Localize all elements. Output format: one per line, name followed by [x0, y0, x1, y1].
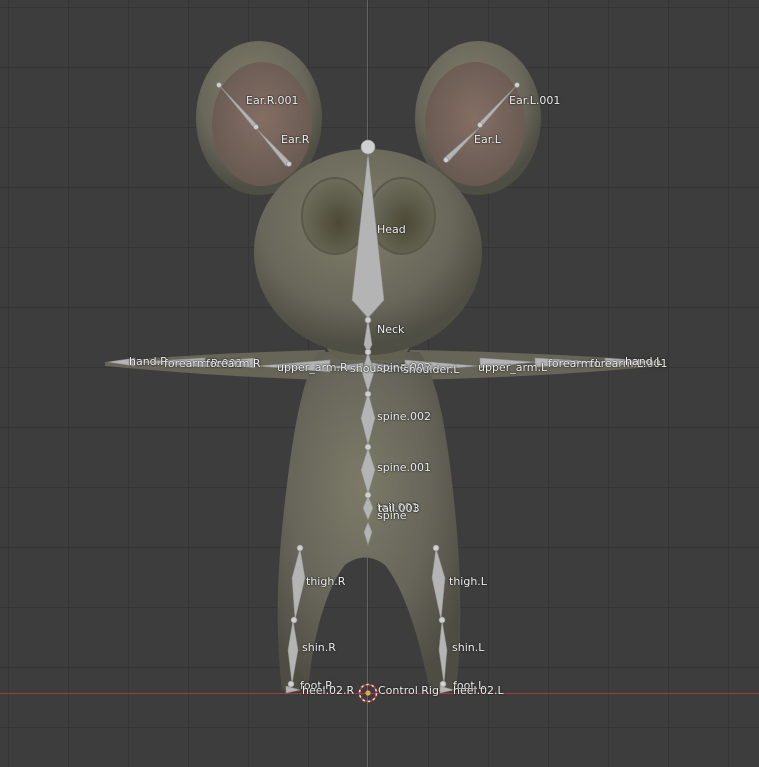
- head-tip-joint: [360, 139, 376, 155]
- joint: [364, 316, 372, 324]
- label-heel-02-l: heel.02.L: [453, 684, 504, 697]
- joint: [216, 82, 222, 88]
- label-forearm-r: forearm.R: [206, 357, 261, 370]
- label-upper-arm-r: upper_arm.R: [277, 361, 348, 374]
- label-hand-l: hand.L: [625, 355, 663, 368]
- right-ear-inner: [212, 62, 312, 186]
- joint: [253, 124, 259, 130]
- joint: [364, 390, 372, 398]
- joint: [514, 82, 520, 88]
- joint: [296, 544, 304, 552]
- joint: [364, 348, 372, 356]
- label-spine-001: spine.001: [377, 461, 432, 474]
- label-shoulder-l: shoulder.L: [403, 363, 460, 376]
- joint: [438, 616, 446, 624]
- label-thigh-l: thigh.L: [449, 575, 487, 588]
- label-ear-r: Ear.R: [281, 133, 310, 146]
- origin-label: Control Rig: [378, 684, 439, 697]
- label-head: Head: [377, 223, 406, 236]
- joint: [443, 157, 449, 163]
- joint: [287, 680, 295, 688]
- joint: [439, 680, 447, 688]
- joint: [477, 122, 483, 128]
- label-ear-l-001: Ear.L.001: [509, 94, 561, 107]
- left-ear-inner: [425, 62, 525, 186]
- label-ear-r-001: Ear.R.001: [246, 94, 299, 107]
- label-thigh-r: thigh.R: [306, 575, 346, 588]
- label-shin-r: shin.R: [302, 641, 336, 654]
- left-eye-mesh: [368, 177, 436, 255]
- joint: [290, 616, 298, 624]
- joint: [364, 443, 372, 451]
- label-upper-arm-l: upper_arm.L: [478, 361, 548, 374]
- label-hand-r: hand.R: [129, 355, 168, 368]
- label-heel-02-r: heel.02.R: [302, 684, 355, 697]
- label-spine-002: spine.002: [377, 410, 432, 423]
- 3d-cursor-icon[interactable]: [357, 682, 379, 704]
- label-shin-l: shin.L: [452, 641, 485, 654]
- label-neck: Neck: [377, 323, 405, 336]
- label-spine: spine: [377, 509, 407, 522]
- joint: [432, 544, 440, 552]
- 3d-viewport[interactable]: Ear.R.001 Ear.R Ear.L.001 Ear.L Head Nec…: [0, 0, 759, 767]
- label-ear-l: Ear.L: [474, 133, 501, 146]
- scene-canvas[interactable]: [0, 0, 759, 767]
- joint: [364, 491, 372, 499]
- joint: [286, 161, 292, 167]
